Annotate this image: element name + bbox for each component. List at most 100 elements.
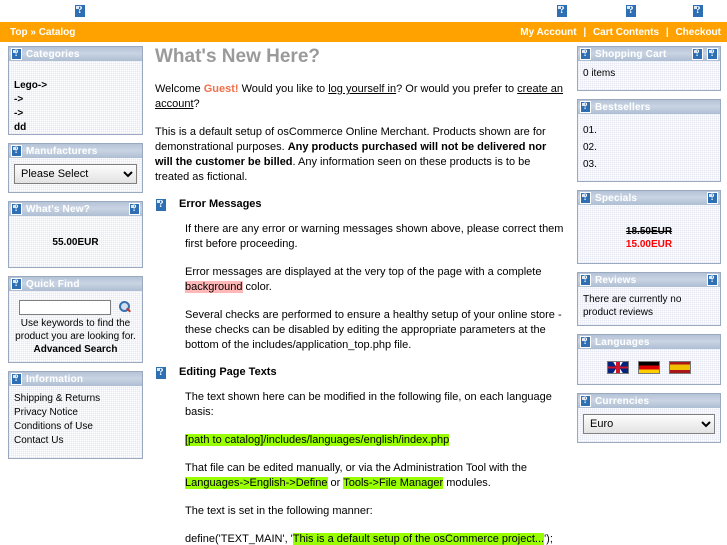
section-editing-page-texts: Editing Page Texts (155, 366, 565, 380)
error-messages-icon (155, 198, 167, 212)
category-link-3[interactable]: -> (14, 107, 137, 121)
box-languages-title: Languages (595, 336, 650, 348)
box-quick-find-header: Quick Find (8, 276, 143, 291)
box-whats-new-body: 55.00EUR (8, 216, 143, 268)
header-links: My Account | Cart Contents | Checkout (520, 27, 721, 38)
catalog-path-highlight: [path to catalog]/includes/languages/eng… (185, 434, 450, 446)
manufacturers-icon (11, 145, 22, 157)
category-link-dd[interactable]: dd (14, 121, 137, 135)
bestseller-item-3[interactable]: 03. (583, 156, 715, 173)
box-bestsellers-body: 01. 02. 03. (577, 114, 721, 182)
box-languages-body (577, 349, 721, 386)
error-p2-highlight: background (185, 281, 243, 293)
box-shopping-cart: Shopping Cart 0 items (577, 46, 721, 91)
shopping-cart-checkout-icon[interactable] (707, 48, 718, 60)
bestseller-item-2[interactable]: 02. (583, 139, 715, 156)
link-separator-1: | (583, 26, 587, 38)
edit-p2-mid: or (327, 477, 344, 489)
box-languages: Languages (577, 334, 721, 386)
link-cart-contents[interactable]: Cart Contents (593, 27, 659, 38)
store-logo-icon[interactable] (74, 4, 86, 18)
header-icon-checkout[interactable] (692, 4, 704, 18)
error-messages-content: If there are any error or warning messag… (155, 222, 565, 353)
box-specials-title: Specials (595, 192, 638, 204)
link-my-account[interactable]: My Account (520, 27, 576, 38)
welcome-paragraph: Welcome Guest! Would you like to log you… (155, 82, 565, 112)
editing-page-texts-icon (155, 366, 167, 380)
manufacturers-select[interactable]: Please Select (14, 164, 137, 184)
welcome-text-end: ? (193, 98, 200, 110)
info-link-conditions-of-use[interactable]: Conditions of Use (14, 420, 137, 434)
welcome-text-mid2: ? Or would you prefer to (396, 83, 518, 95)
search-icon[interactable] (118, 300, 132, 315)
advanced-search-link[interactable]: Advanced Search (14, 343, 137, 356)
box-reviews: Reviews There are currently no product r… (577, 272, 721, 326)
spanish-flag-icon[interactable] (668, 361, 691, 374)
info-link-shipping-returns[interactable]: Shipping & Returns (14, 392, 137, 406)
box-categories-body: Lego-> -> -> dd (8, 61, 143, 135)
section-editing-page-texts-title: Editing Page Texts (179, 366, 277, 378)
box-reviews-header: Reviews (577, 272, 721, 287)
box-languages-header: Languages (577, 334, 721, 349)
box-specials-body: 18.50EUR 15.00EUR (577, 205, 721, 264)
intro-paragraph: This is a default setup of osCommerce On… (155, 125, 565, 185)
define-value-highlight: This is a default setup of the osCommerc… (292, 533, 545, 545)
box-whats-new-title: What's New? (26, 203, 91, 215)
right-sidebar: Shopping Cart 0 items Bestsellers 01. 02… (577, 46, 727, 451)
info-link-contact-us[interactable]: Contact Us (14, 434, 137, 448)
edit-paragraph-3: The text is set in the following manner: (185, 505, 373, 517)
cart-contents-text: 0 items (583, 68, 616, 79)
box-currencies-header: Currencies (577, 393, 721, 409)
box-shopping-cart-header: Shopping Cart (577, 46, 721, 61)
currencies-icon (580, 395, 591, 408)
box-reviews-body: There are currently no product reviews (577, 287, 721, 326)
edit-paragraph-1: The text shown here can be modified in t… (185, 391, 552, 418)
german-flag-icon[interactable] (638, 361, 660, 374)
store-header (0, 0, 727, 22)
login-link[interactable]: log yourself in (328, 83, 396, 95)
error-paragraph-1: If there are any error or warning messag… (185, 223, 564, 250)
specials-icon (580, 192, 591, 204)
box-categories-title: Categories (26, 48, 80, 60)
category-link-lego[interactable]: Lego-> (14, 79, 137, 93)
left-sidebar: Categories Lego-> -> -> dd Manufacturers (0, 46, 143, 467)
box-currencies: Currencies Euro (577, 393, 721, 444)
box-information-header: Information (8, 371, 143, 386)
whats-new-price[interactable]: 55.00EUR (14, 222, 137, 261)
quick-find-icon (11, 278, 22, 290)
header-icon-my-account[interactable] (556, 4, 568, 18)
box-information-title: Information (26, 373, 84, 385)
specials-new-price[interactable]: 15.00EUR (626, 239, 672, 250)
reviews-more-icon[interactable] (707, 274, 718, 286)
link-checkout[interactable]: Checkout (675, 27, 721, 38)
breadcrumb[interactable]: Top » Catalog (10, 27, 75, 38)
currencies-select[interactable]: Euro (583, 414, 715, 435)
box-manufacturers-header: Manufacturers (8, 143, 143, 158)
edit-p2-pre: That file can be edited manually, or via… (185, 462, 528, 474)
welcome-text-pre: Welcome (155, 83, 204, 95)
editing-page-texts-content: The text shown here can be modified in t… (155, 390, 565, 545)
shopping-cart-more-icon[interactable] (692, 48, 703, 60)
error-p2-pre: Error messages are displayed at the very… (185, 266, 542, 278)
info-link-privacy-notice[interactable]: Privacy Notice (14, 406, 137, 420)
specials-more-icon[interactable] (707, 192, 718, 204)
box-reviews-title: Reviews (595, 274, 637, 286)
oscommerce-page: Top » Catalog My Account | Cart Contents… (0, 0, 727, 545)
box-manufacturers: Manufacturers Please Select (8, 143, 143, 193)
box-specials: Specials 18.50EUR 15.00EUR (577, 190, 721, 264)
section-error-messages-title: Error Messages (179, 198, 262, 210)
link-separator-2: | (665, 26, 669, 38)
define-pre: define('TEXT_MAIN', ' (185, 533, 293, 545)
welcome-text-mid: Would you like to (238, 83, 329, 95)
box-whats-new-header: What's New? (8, 201, 143, 216)
section-error-messages: Error Messages (155, 198, 565, 212)
navigation-bar: Top » Catalog My Account | Cart Contents… (0, 22, 727, 42)
bestseller-item-1[interactable]: 01. (583, 122, 715, 139)
whats-new-more-icon[interactable] (129, 203, 140, 215)
header-icon-cart-contents[interactable] (625, 4, 637, 18)
category-link-2[interactable]: -> (14, 93, 137, 107)
box-manufacturers-body: Please Select (8, 158, 143, 193)
search-input[interactable] (19, 300, 112, 315)
specials-old-price: 18.50EUR (625, 226, 673, 237)
english-flag-icon[interactable] (607, 361, 630, 374)
